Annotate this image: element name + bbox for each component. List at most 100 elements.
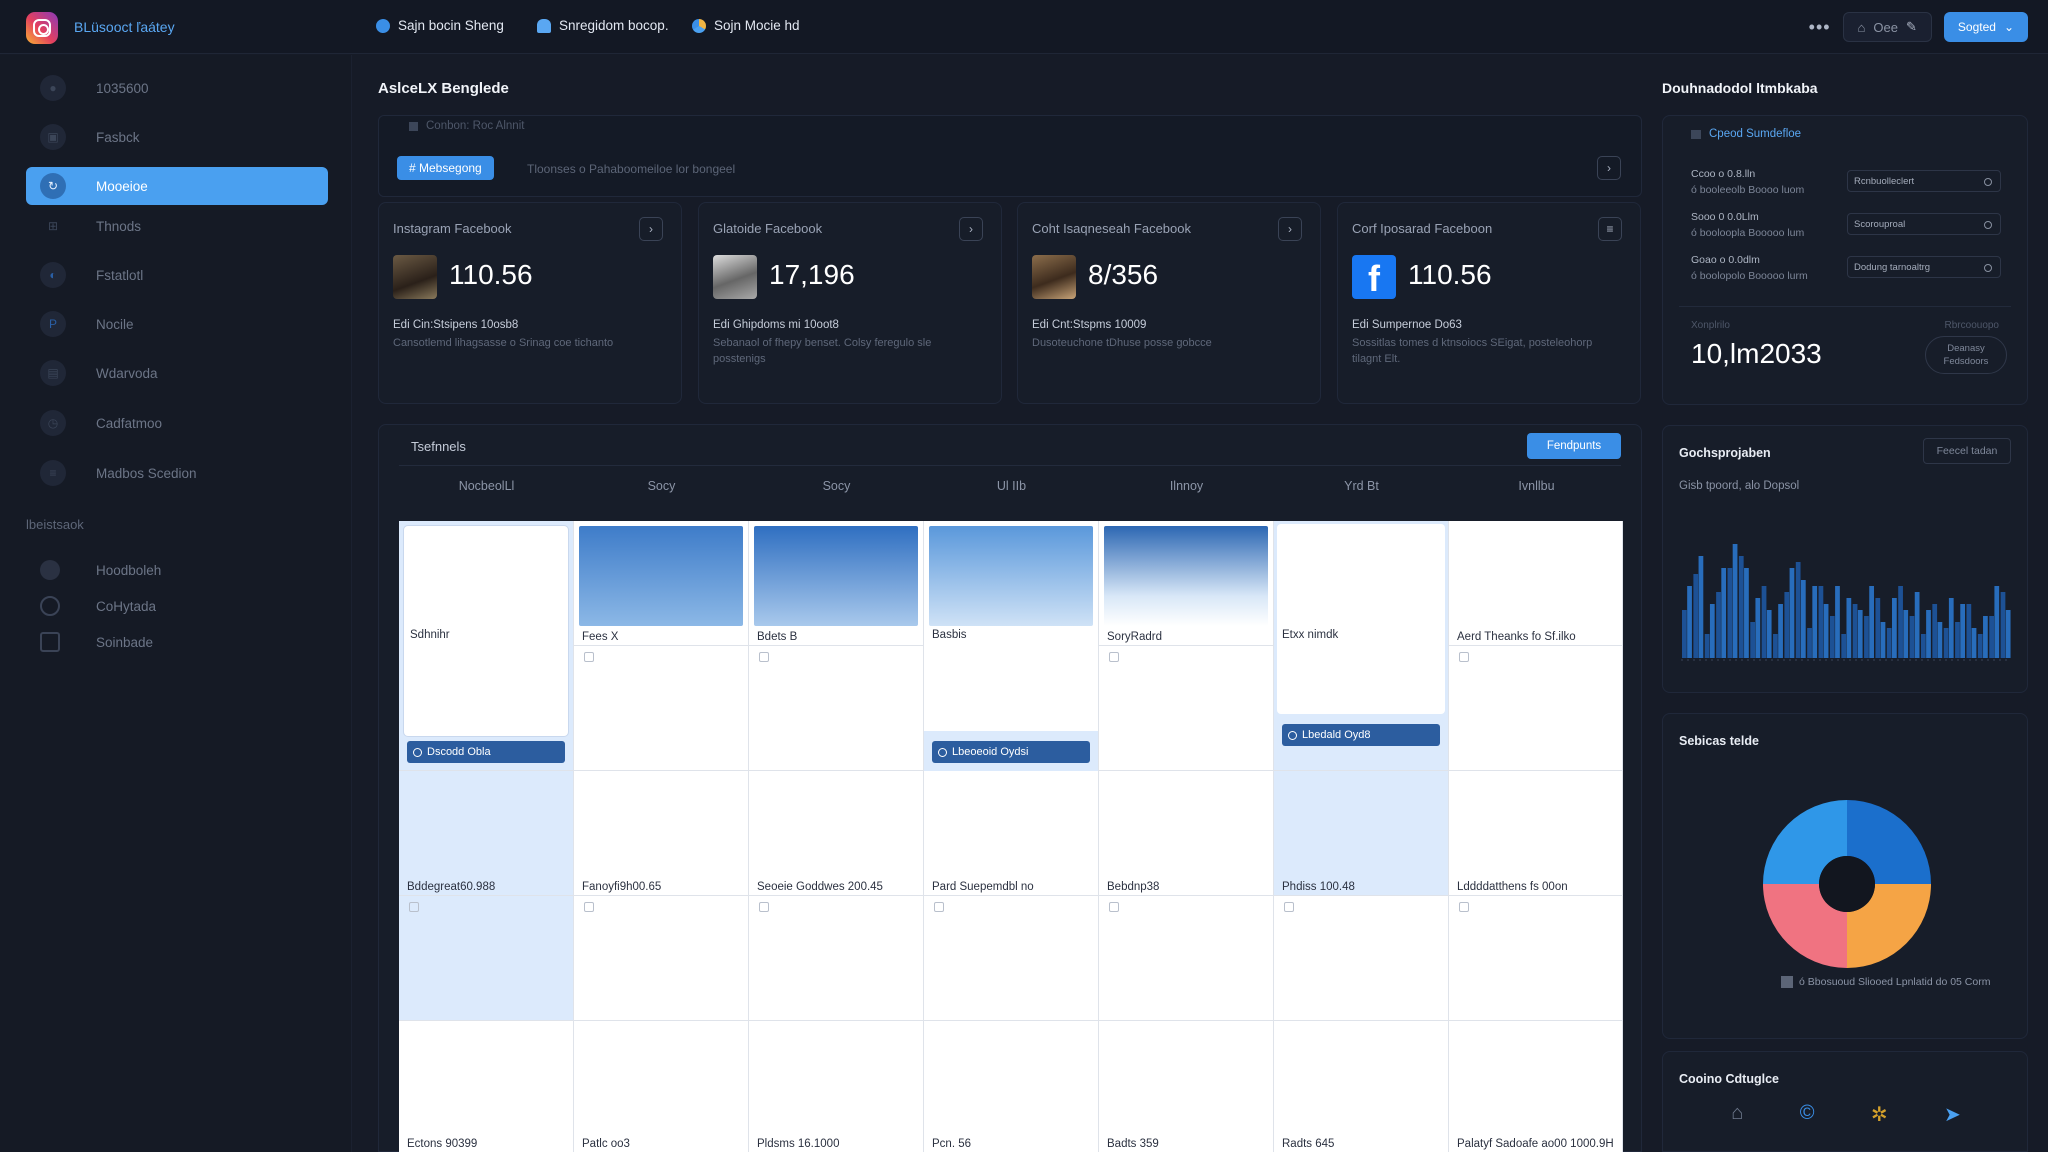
calendar-panel: Tsefnnels Fendpunts NocbeolLl Socy Socy … bbox=[378, 424, 1642, 1152]
sidebar-item-8[interactable]: ◷ Cadfatmoo bbox=[26, 404, 328, 442]
calendar-cell[interactable] bbox=[1099, 896, 1274, 1021]
stat-card-3[interactable]: Coht Isaqneseah Facebook › 8/356 Edi Cnt… bbox=[1017, 202, 1321, 404]
sidebar-item-1[interactable]: ● 1035600 bbox=[26, 69, 328, 107]
pie-chart-card: Sebicas telde ó Bbosuoud Sliooed Lpnlati… bbox=[1662, 713, 2028, 1039]
calendar-cell[interactable]: Seoeie Goddwes 200.45 bbox=[749, 771, 924, 896]
calendar-cell[interactable]: Radts 645 bbox=[1274, 1021, 1449, 1152]
sidebar-item-6[interactable]: P Nocile bbox=[26, 305, 328, 343]
calendar-cell[interactable]: Pldsms 16.1000 bbox=[749, 1021, 924, 1152]
cell-caption: Fanoyfi9h00.65 bbox=[582, 881, 662, 893]
cell-caption: Phdiss 100.48 bbox=[1282, 881, 1355, 893]
topnav-item-3[interactable]: Sojn Mocie hd bbox=[692, 18, 800, 33]
more-icon[interactable]: ••• bbox=[1809, 17, 1831, 38]
bar bbox=[1693, 574, 1699, 658]
bar bbox=[1892, 598, 1897, 658]
calendar-cell[interactable] bbox=[1449, 646, 1623, 771]
post-icon bbox=[1109, 652, 1119, 662]
calendar-cell[interactable] bbox=[399, 896, 574, 1021]
cell-caption: Pcn. 56 bbox=[932, 1138, 971, 1150]
calendar-cell[interactable]: Etxx nimdk Lbedald Oyd8 bbox=[1274, 521, 1449, 771]
sidebar-item-label: Fasbck bbox=[96, 129, 140, 145]
sidebar-item-5[interactable]: ◐ Fstatlotl bbox=[26, 256, 328, 294]
calendar-cell[interactable]: SoryRadrd bbox=[1099, 521, 1274, 646]
event-chip[interactable]: Dscodd Obla bbox=[407, 741, 565, 763]
sidebar-item-7[interactable]: ▤ Wdarvoda bbox=[26, 354, 328, 392]
share-button[interactable]: ⌂ Oee ✎ bbox=[1842, 12, 1932, 42]
calendar-cell[interactable] bbox=[1449, 896, 1623, 1021]
sidebar-subitem-2[interactable]: CoHytada bbox=[26, 587, 328, 625]
calendar-cell[interactable]: Sdhnihr Dscodd Obla bbox=[399, 521, 574, 771]
sidebar-item-2[interactable]: ▣ Fasbck bbox=[26, 118, 328, 156]
calendar-action-button[interactable]: Fendpunts bbox=[1527, 433, 1621, 459]
sidebar-item-label: Mooeioe bbox=[96, 178, 148, 194]
calendar-cell[interactable] bbox=[574, 646, 749, 771]
topnav-item-2[interactable]: Snregidom bocop. bbox=[537, 18, 669, 33]
calendar-icon: ◐ bbox=[40, 262, 66, 288]
calendar-cell[interactable] bbox=[1274, 896, 1449, 1021]
gear-icon[interactable]: ✲ bbox=[1871, 1102, 1888, 1127]
instagram-logo-icon[interactable] bbox=[26, 12, 58, 44]
calendar-cell[interactable]: Lddddatthens fs 00on bbox=[1449, 771, 1623, 896]
card-thumbnail bbox=[1032, 255, 1076, 299]
sidebar-item-4[interactable]: ⊞ Thnods bbox=[26, 207, 328, 245]
share-button-label: Oee bbox=[1873, 19, 1898, 35]
cell-caption: Patlc oo3 bbox=[582, 1138, 630, 1150]
post-icon bbox=[759, 902, 769, 912]
card-description: Sebanaol of fhepy benset. Colsy feregulo… bbox=[713, 337, 932, 365]
settings-panel: Cpeod Sumdefloe Ccoo o 0.8.lln ó booleeo… bbox=[1662, 115, 2028, 405]
calendar-cell[interactable]: Aerd Theanks fo Sf.ilko bbox=[1449, 521, 1623, 646]
refresh-icon: ↻ bbox=[40, 173, 66, 199]
card-value: 17,196 bbox=[769, 259, 855, 290]
sidebar-item-9[interactable]: ≡ Madbos Scedion bbox=[26, 454, 328, 492]
calendar-cell[interactable] bbox=[1099, 646, 1274, 771]
sidebar-subitem-3[interactable]: Soinbade bbox=[26, 623, 328, 661]
chevron-right-icon[interactable]: › bbox=[1278, 217, 1302, 241]
pie-hole bbox=[1819, 856, 1875, 912]
calendar-cell[interactable]: Fanoyfi9h00.65 bbox=[574, 771, 749, 896]
event-chip[interactable]: Lbeoeoid Oydsi bbox=[932, 741, 1090, 763]
card-value: 110.56 bbox=[1408, 259, 1492, 290]
next-arrow-button[interactable]: › bbox=[1597, 156, 1621, 180]
calendar-cell[interactable] bbox=[924, 896, 1099, 1021]
calendar-cell[interactable] bbox=[749, 896, 924, 1021]
chevron-right-icon[interactable]: › bbox=[639, 217, 663, 241]
calendar-cell[interactable]: Pard Suepemdbl no bbox=[924, 771, 1099, 896]
setting-select[interactable]: Scorouproal bbox=[1847, 213, 2001, 235]
pie-title: Sebicas telde bbox=[1679, 734, 1759, 748]
calendar-cell[interactable] bbox=[574, 896, 749, 1021]
saved-dropdown-button[interactable]: Sogted ⌄ bbox=[1943, 12, 2028, 42]
quick-actions-row: ⌂ © ✲ ➤ bbox=[1663, 1102, 2029, 1127]
calendar-cell[interactable]: Ectons 90399 bbox=[399, 1021, 574, 1152]
menu-icon[interactable]: ≡ bbox=[1598, 217, 1622, 241]
bar bbox=[1914, 592, 1920, 658]
stat-card-2[interactable]: Glatoide Facebook › 17,196 Edi Ghipdoms … bbox=[698, 202, 1002, 404]
calendar-cell[interactable]: Basbis Lbeoeoid Oydsi bbox=[924, 521, 1099, 771]
copyright-icon[interactable]: © bbox=[1800, 1102, 1815, 1127]
calendar-cell[interactable]: Patlc oo3 bbox=[574, 1021, 749, 1152]
hashtag-chip[interactable]: # Mebsegong bbox=[397, 156, 494, 180]
post-icon bbox=[1109, 902, 1119, 912]
calendar-cell[interactable]: Bdets B bbox=[749, 521, 924, 646]
chart-filter-button[interactable]: Feecel tadan bbox=[1923, 438, 2011, 464]
stat-card-4[interactable]: Corf Iposarad Faceboon ≡ f 110.56 Edi Su… bbox=[1337, 202, 1641, 404]
topnav-item-1[interactable]: Sajn bocin Sheng bbox=[376, 18, 504, 33]
setting-select[interactable]: Dodung tarnoaltrg bbox=[1847, 256, 2001, 278]
sidebar-item-3[interactable]: ↻ Mooeioe bbox=[26, 167, 328, 205]
event-chip[interactable]: Lbedald Oyd8 bbox=[1282, 724, 1440, 746]
calendar-cell[interactable]: Bddegreat60.988 bbox=[399, 771, 574, 896]
metric-pill-button[interactable]: Deanasy Fedsdoors bbox=[1925, 336, 2007, 374]
chevron-right-icon[interactable]: › bbox=[959, 217, 983, 241]
home-icon[interactable]: ⌂ bbox=[1731, 1102, 1743, 1127]
stat-card-1[interactable]: Instagram Facebook › 110.56 Edi Cin:Stsi… bbox=[378, 202, 682, 404]
setting-sublabel: ó boolopolo Booooo lurm bbox=[1691, 270, 1808, 282]
send-icon[interactable]: ➤ bbox=[1944, 1102, 1961, 1127]
sidebar-subitem-1[interactable]: Hoodboleh bbox=[26, 551, 328, 589]
setting-select[interactable]: Rcnbuolleclert bbox=[1847, 170, 2001, 192]
calendar-cell[interactable]: Badts 359 bbox=[1099, 1021, 1274, 1152]
calendar-cell[interactable]: Palatyf Sadoafe ao00 1000.9H bbox=[1449, 1021, 1623, 1152]
calendar-cell[interactable]: Phdiss 100.48 bbox=[1274, 771, 1449, 896]
calendar-cell[interactable]: Fees X bbox=[574, 521, 749, 646]
calendar-cell[interactable]: Pcn. 56 bbox=[924, 1021, 1099, 1152]
calendar-cell[interactable]: Bebdnp38 bbox=[1099, 771, 1274, 896]
calendar-cell[interactable] bbox=[749, 646, 924, 771]
